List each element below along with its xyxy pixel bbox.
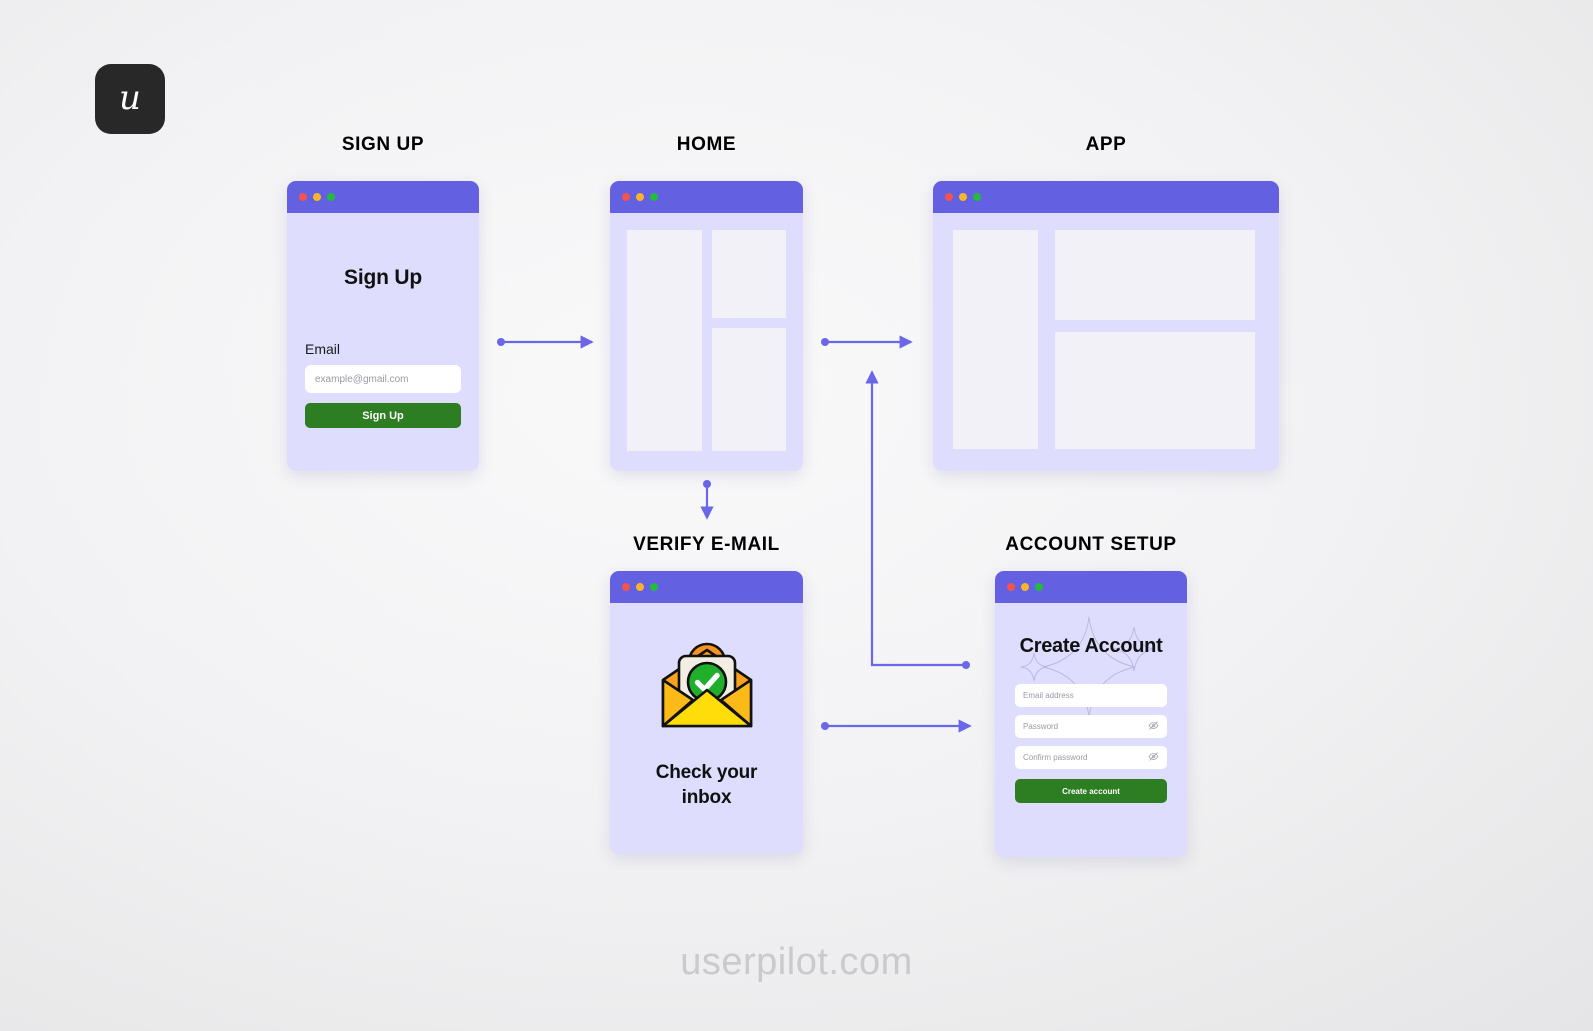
password-placeholder: Password — [1023, 722, 1059, 731]
card-app[interactable] — [933, 181, 1279, 471]
eye-slash-icon[interactable] — [1148, 751, 1159, 764]
close-dot[interactable] — [622, 583, 630, 591]
window-titlebar — [610, 181, 803, 213]
maximize-dot[interactable] — [327, 193, 335, 201]
connector-home-to-app — [821, 335, 913, 349]
caption-account: ACCOUNT SETUP — [1005, 534, 1177, 555]
signup-heading: Sign Up — [344, 266, 422, 289]
maximize-dot[interactable] — [973, 193, 981, 201]
maximize-dot[interactable] — [650, 583, 658, 591]
connector-verify-to-account — [821, 719, 972, 733]
card-home[interactable] — [610, 181, 803, 471]
card-verify-email[interactable]: Check your inbox — [610, 571, 803, 854]
diagram-canvas: u SIGN UP HOME APP VERIFY E-MAIL ACCOUNT… — [0, 0, 1593, 1031]
caption-app: APP — [1085, 134, 1127, 155]
connector-home-to-verify — [700, 480, 714, 520]
close-dot[interactable] — [622, 193, 630, 201]
app-content-column — [1054, 230, 1255, 449]
close-dot[interactable] — [945, 193, 953, 201]
email-address-placeholder: Email address — [1023, 691, 1074, 700]
window-titlebar — [995, 571, 1187, 603]
wireframe-panel — [627, 230, 702, 451]
email-address-input[interactable]: Email address — [1015, 684, 1167, 707]
connector-signup-to-home — [497, 335, 594, 349]
home-left-column — [627, 230, 702, 451]
confirm-password-placeholder: Confirm password — [1023, 753, 1088, 762]
create-account-heading: Create Account — [1019, 635, 1163, 657]
create-account-form: Email address Password Confirm password — [1015, 684, 1167, 803]
email-input-placeholder: example@gmail.com — [315, 373, 409, 385]
card-account-setup[interactable]: Create Account Email address Password Co… — [995, 571, 1187, 857]
maximize-dot[interactable] — [650, 193, 658, 201]
card-body: Create Account Email address Password Co… — [995, 603, 1187, 857]
minimize-dot[interactable] — [313, 193, 321, 201]
wireframe-panel — [1054, 331, 1255, 449]
card-body: Check your inbox — [610, 603, 803, 854]
wireframe-panel — [711, 328, 786, 451]
wireframe-panel — [953, 230, 1038, 449]
create-account-button[interactable]: Create account — [1015, 779, 1167, 803]
email-input[interactable]: example@gmail.com — [305, 365, 461, 393]
caption-signup: SIGN UP — [341, 134, 425, 155]
verify-message-line2: inbox — [681, 787, 732, 808]
confirm-password-input[interactable]: Confirm password — [1015, 746, 1167, 769]
signup-button[interactable]: Sign Up — [305, 403, 461, 428]
close-dot[interactable] — [299, 193, 307, 201]
card-body — [933, 213, 1279, 471]
envelope-with-check-icon — [655, 638, 759, 739]
minimize-dot[interactable] — [636, 193, 644, 201]
minimize-dot[interactable] — [1021, 583, 1029, 591]
minimize-dot[interactable] — [636, 583, 644, 591]
card-signup[interactable]: Sign Up Email example@gmail.com Sign Up — [287, 181, 479, 471]
wireframe-panel — [1054, 230, 1255, 320]
eye-slash-icon[interactable] — [1148, 720, 1159, 733]
verify-message: Check your inbox — [655, 761, 758, 810]
window-titlebar — [610, 571, 803, 603]
caption-verify: VERIFY E-MAIL — [633, 534, 780, 555]
maximize-dot[interactable] — [1035, 583, 1043, 591]
logo-glyph: u — [119, 78, 141, 118]
email-field-label: Email — [305, 341, 341, 357]
wireframe-panel — [711, 230, 786, 319]
window-titlebar — [933, 181, 1279, 213]
site-watermark: userpilot.com — [680, 941, 913, 983]
userpilot-logo-icon: u — [95, 64, 165, 134]
app-sidebar-panel — [953, 230, 1038, 449]
caption-home: HOME — [676, 134, 737, 155]
home-right-column — [711, 230, 786, 451]
verify-message-line1: Check your — [655, 762, 758, 784]
minimize-dot[interactable] — [959, 193, 967, 201]
password-input[interactable]: Password — [1015, 715, 1167, 738]
card-body — [610, 213, 803, 471]
window-titlebar — [287, 181, 479, 213]
close-dot[interactable] — [1007, 583, 1015, 591]
card-body: Sign Up Email example@gmail.com Sign Up — [287, 266, 479, 471]
